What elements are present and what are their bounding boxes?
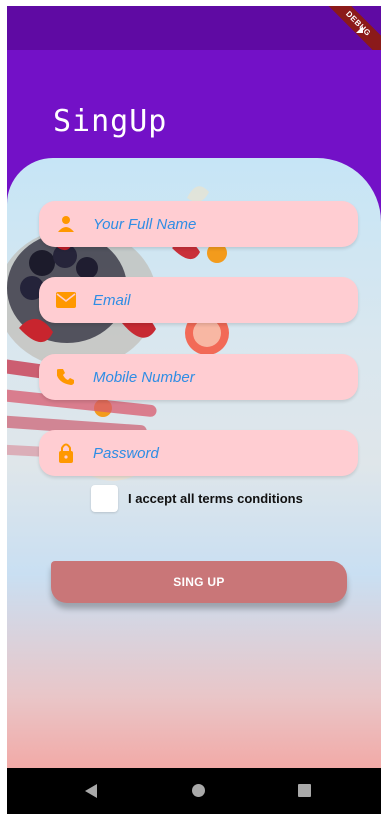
recent-apps-icon[interactable] bbox=[298, 784, 311, 797]
full-name-field[interactable] bbox=[39, 201, 358, 247]
mobile-number-input[interactable] bbox=[91, 367, 335, 387]
email-input[interactable] bbox=[91, 290, 335, 310]
navigation-bar bbox=[7, 768, 381, 814]
phone-icon bbox=[55, 366, 77, 388]
password-input[interactable] bbox=[91, 443, 335, 463]
email-field[interactable] bbox=[39, 277, 358, 323]
password-field[interactable] bbox=[39, 430, 358, 476]
terms-checkbox[interactable] bbox=[91, 485, 118, 512]
status-bar: DEBUG bbox=[7, 6, 381, 62]
lock-icon bbox=[55, 442, 77, 464]
terms-label: I accept all terms conditions bbox=[128, 491, 303, 506]
signal-icon bbox=[356, 26, 363, 33]
signup-button[interactable]: SING UP bbox=[51, 561, 347, 603]
app-window: DEBUG SingUp Your Full Name Email Mobile… bbox=[7, 6, 381, 814]
email-icon bbox=[55, 289, 77, 311]
back-icon[interactable] bbox=[85, 784, 97, 798]
page-title: SingUp bbox=[53, 104, 168, 139]
home-icon[interactable] bbox=[192, 784, 205, 797]
full-name-input[interactable] bbox=[91, 214, 335, 234]
mobile-number-field[interactable] bbox=[39, 354, 358, 400]
terms-row: I accept all terms conditions bbox=[91, 485, 303, 512]
signup-card: I accept all terms conditions SING UP bbox=[7, 158, 381, 770]
person-icon bbox=[55, 213, 77, 235]
